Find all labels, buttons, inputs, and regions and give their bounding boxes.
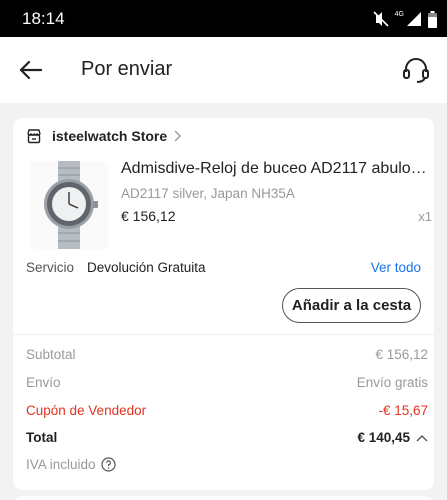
total-value: € 140,45 <box>357 430 410 445</box>
subtotal-label: Subtotal <box>26 347 76 362</box>
page-title: Por enviar <box>81 58 173 80</box>
network-label: 4G <box>394 11 404 18</box>
help-icon[interactable] <box>100 457 116 472</box>
chevron-up-icon <box>416 434 428 441</box>
status-icons: 4G <box>373 10 437 28</box>
watch-image <box>44 161 98 249</box>
mute-icon <box>373 11 389 27</box>
product-image[interactable] <box>30 161 108 249</box>
service-value: Devolución Gratuita <box>87 260 206 275</box>
total-toggle[interactable]: € 140,45 <box>357 430 428 445</box>
shipping-row: Envío Envío gratis <box>26 375 428 395</box>
product-variant: AD2117 silver, Japan NH35A <box>121 186 295 201</box>
battery-icon <box>428 10 437 28</box>
product-price: € 156,12 <box>121 208 176 224</box>
status-bar: 18:14 4G <box>0 0 447 37</box>
store-icon <box>27 129 41 144</box>
subtotal-row: Subtotal € 156,12 <box>26 347 428 367</box>
store-name: isteelwatch Store <box>52 128 168 144</box>
headset-icon[interactable] <box>401 55 431 85</box>
product-quantity: x1 <box>418 209 432 224</box>
coupon-value: -€ 15,67 <box>378 403 428 418</box>
store-link[interactable]: isteelwatch Store <box>26 126 182 146</box>
service-label: Servicio <box>26 260 75 275</box>
total-row: Total € 140,45 <box>26 430 428 450</box>
status-time: 18:14 <box>22 9 65 28</box>
see-all-link[interactable]: Ver todo <box>371 260 421 275</box>
service-row: Servicio Devolución Gratuita Ver todo <box>26 259 421 279</box>
chevron-right-icon <box>174 130 182 142</box>
app-header: Por enviar <box>0 37 447 103</box>
add-to-cart-button[interactable]: Añadir a la cesta <box>282 288 421 323</box>
coupon-label: Cupón de Vendedor <box>26 403 147 418</box>
shipping-value: Envío gratis <box>356 375 428 390</box>
coupon-row: Cupón de Vendedor -€ 15,67 <box>26 403 428 423</box>
subtotal-value: € 156,12 <box>375 347 428 362</box>
shipping-label: Envío <box>26 375 61 390</box>
order-card: isteelwatch Store Admisdive-Reloj de buc… <box>13 118 434 490</box>
signal-icon <box>407 12 421 26</box>
total-label: Total <box>26 430 58 445</box>
divider <box>13 334 434 335</box>
next-card-edge <box>13 496 434 500</box>
arrow-left-icon[interactable] <box>18 57 44 83</box>
vat-row: IVA incluido <box>26 457 428 477</box>
product-title[interactable]: Admisdive-Reloj de buceo AD2117 abulone … <box>121 160 434 178</box>
vat-label: IVA incluido <box>26 457 96 472</box>
